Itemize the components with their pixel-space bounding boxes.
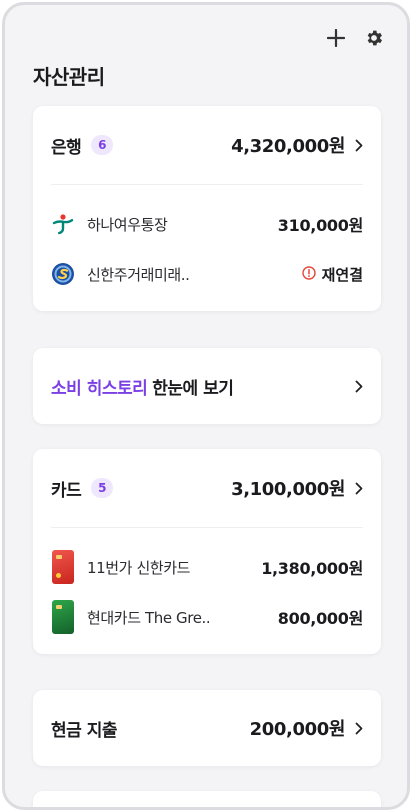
bank-total: 4,320,000원 bbox=[231, 136, 345, 157]
app-frame: 자산관리 은행 6 4,320,000원 하나여우통장 310,000원 신한주… bbox=[2, 2, 410, 810]
card-section: 카드 5 3,100,000원 11번가 신한카드 1,380,000원 현대카… bbox=[33, 449, 381, 654]
bank-account-row[interactable]: 신한주거래미래.. 재연결 bbox=[33, 249, 381, 299]
bank-count-badge: 6 bbox=[91, 135, 114, 155]
hana-bank-logo bbox=[51, 212, 75, 236]
bank-section: 은행 6 4,320,000원 하나여우통장 310,000원 신한주거래미래.… bbox=[33, 106, 381, 311]
credit-card-amount: 1,380,000원 bbox=[261, 559, 363, 578]
chevron-right-icon bbox=[355, 138, 365, 152]
cash-section: 현금 지출 200,000원 bbox=[33, 690, 381, 766]
history-label: 한눈에 보기 bbox=[152, 378, 234, 399]
page-title: 자산관리 bbox=[33, 65, 105, 89]
red-card-icon bbox=[51, 550, 75, 584]
next-section-card bbox=[33, 791, 381, 807]
cash-header[interactable]: 현금 지출 200,000원 bbox=[33, 690, 381, 766]
cash-title: 현금 지출 bbox=[51, 720, 117, 741]
reconnect-button[interactable]: 재연결 bbox=[301, 264, 363, 285]
bank-account-name: 신한주거래미래.. bbox=[87, 265, 190, 284]
cash-total: 200,000원 bbox=[249, 719, 346, 740]
bank-account-name: 하나여우통장 bbox=[87, 215, 168, 234]
top-actions bbox=[325, 27, 385, 49]
card-header[interactable]: 카드 5 3,100,000원 bbox=[33, 449, 381, 527]
bank-header[interactable]: 은행 6 4,320,000원 bbox=[33, 106, 381, 184]
credit-card-name: 11번가 신한카드 bbox=[87, 558, 191, 577]
credit-card-amount: 800,000원 bbox=[277, 609, 364, 628]
card-total: 3,100,000원 bbox=[231, 479, 345, 500]
gear-icon[interactable] bbox=[363, 27, 385, 49]
shinhan-bank-logo bbox=[51, 262, 75, 286]
credit-card-row[interactable]: 현대카드 The Gre.. 800,000원 bbox=[33, 592, 381, 642]
history-section: 소비 히스토리 한눈에 보기 bbox=[33, 348, 381, 424]
green-card-icon bbox=[51, 600, 75, 634]
card-count-badge: 5 bbox=[91, 478, 114, 498]
card-title: 카드 bbox=[51, 480, 82, 501]
warning-icon bbox=[301, 265, 316, 284]
chevron-right-icon bbox=[355, 379, 365, 393]
history-highlight: 소비 히스토리 bbox=[51, 378, 148, 399]
bank-title: 은행 bbox=[51, 137, 82, 158]
credit-card-name: 현대카드 The Gre.. bbox=[87, 608, 211, 627]
reconnect-label: 재연결 bbox=[321, 265, 363, 284]
credit-card-row[interactable]: 11번가 신한카드 1,380,000원 bbox=[33, 542, 381, 592]
chevron-right-icon bbox=[355, 481, 365, 495]
chevron-right-icon bbox=[355, 721, 365, 735]
bank-account-amount: 310,000원 bbox=[277, 216, 364, 235]
plus-icon[interactable] bbox=[325, 27, 347, 49]
bank-account-row[interactable]: 하나여우통장 310,000원 bbox=[33, 199, 381, 249]
spending-history-link[interactable]: 소비 히스토리 한눈에 보기 bbox=[33, 348, 381, 424]
